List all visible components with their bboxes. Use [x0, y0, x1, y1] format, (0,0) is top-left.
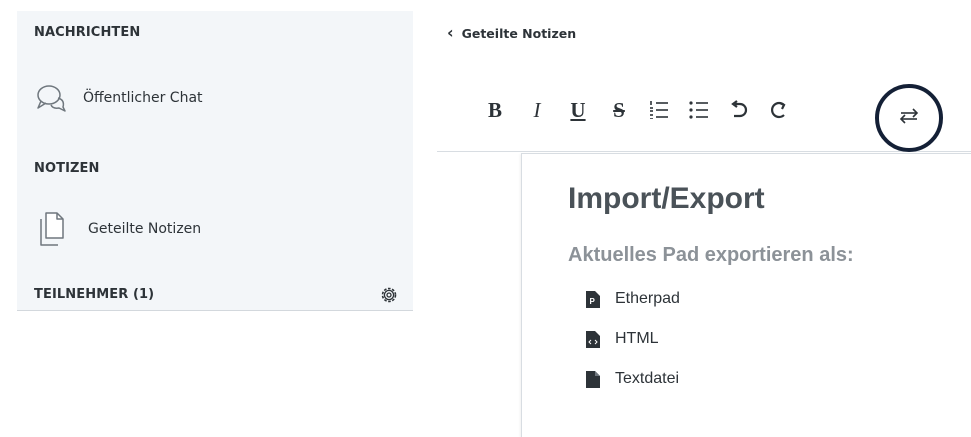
- unordered-list-icon: [689, 101, 708, 119]
- document-icon: [34, 210, 70, 248]
- sidebar-item-public-chat[interactable]: Öffentlicher Chat: [34, 71, 394, 125]
- underline-button[interactable]: U: [564, 94, 592, 126]
- popup-subtitle: Aktuelles Pad exportieren als:: [568, 244, 854, 266]
- sidebar: NACHRICHTEN Öffentlicher Chat NOTIZEN Ge…: [17, 11, 413, 311]
- notes-header: ‹ Geteilte Notizen: [437, 11, 971, 51]
- shared-notes-label: Geteilte Notizen: [88, 221, 202, 237]
- public-chat-label: Öffentlicher Chat: [83, 90, 203, 106]
- textfile-label: Textdatei: [615, 370, 680, 387]
- italic-button[interactable]: I: [523, 94, 551, 126]
- section-title-notes: NOTIZEN: [34, 161, 100, 176]
- export-etherpad[interactable]: P Etherpad: [586, 290, 680, 308]
- html-label: HTML: [615, 330, 659, 347]
- svg-text:P: P: [590, 297, 596, 306]
- import-export-popup: Import/Export Aktuelles Pad exportieren …: [521, 153, 971, 437]
- section-title-participants: TEILNEHMER (1): [34, 287, 155, 302]
- gear-icon[interactable]: [379, 285, 399, 305]
- section-title-messages: NACHRICHTEN: [34, 25, 141, 40]
- import-export-button[interactable]: [889, 96, 929, 136]
- import-export-icon: [899, 108, 919, 124]
- bold-button[interactable]: B: [481, 94, 509, 126]
- popup-title: Import/Export: [568, 182, 765, 215]
- text-file-icon: [586, 370, 600, 388]
- undo-button[interactable]: [725, 94, 753, 126]
- ordered-list-icon: [650, 101, 668, 119]
- html-file-icon: [586, 330, 600, 348]
- export-html[interactable]: HTML: [586, 330, 659, 348]
- export-textfile[interactable]: Textdatei: [586, 370, 679, 388]
- back-label: Geteilte Notizen: [461, 25, 577, 41]
- undo-icon: [731, 100, 748, 118]
- etherpad-label: Etherpad: [615, 290, 680, 307]
- sidebar-item-shared-notes[interactable]: Geteilte Notizen: [34, 202, 394, 256]
- unordered-list-button[interactable]: [685, 94, 713, 126]
- ordered-list-button[interactable]: [645, 94, 673, 126]
- editor-toolbar: B I U S: [437, 80, 971, 152]
- chevron-left-icon: ‹: [447, 23, 454, 42]
- chat-icon: [34, 79, 70, 117]
- strikethrough-button[interactable]: S: [605, 94, 633, 126]
- back-button[interactable]: ‹ Geteilte Notizen: [447, 25, 576, 41]
- redo-button[interactable]: [765, 94, 793, 126]
- etherpad-file-icon: P: [586, 290, 600, 308]
- redo-icon: [771, 101, 786, 119]
